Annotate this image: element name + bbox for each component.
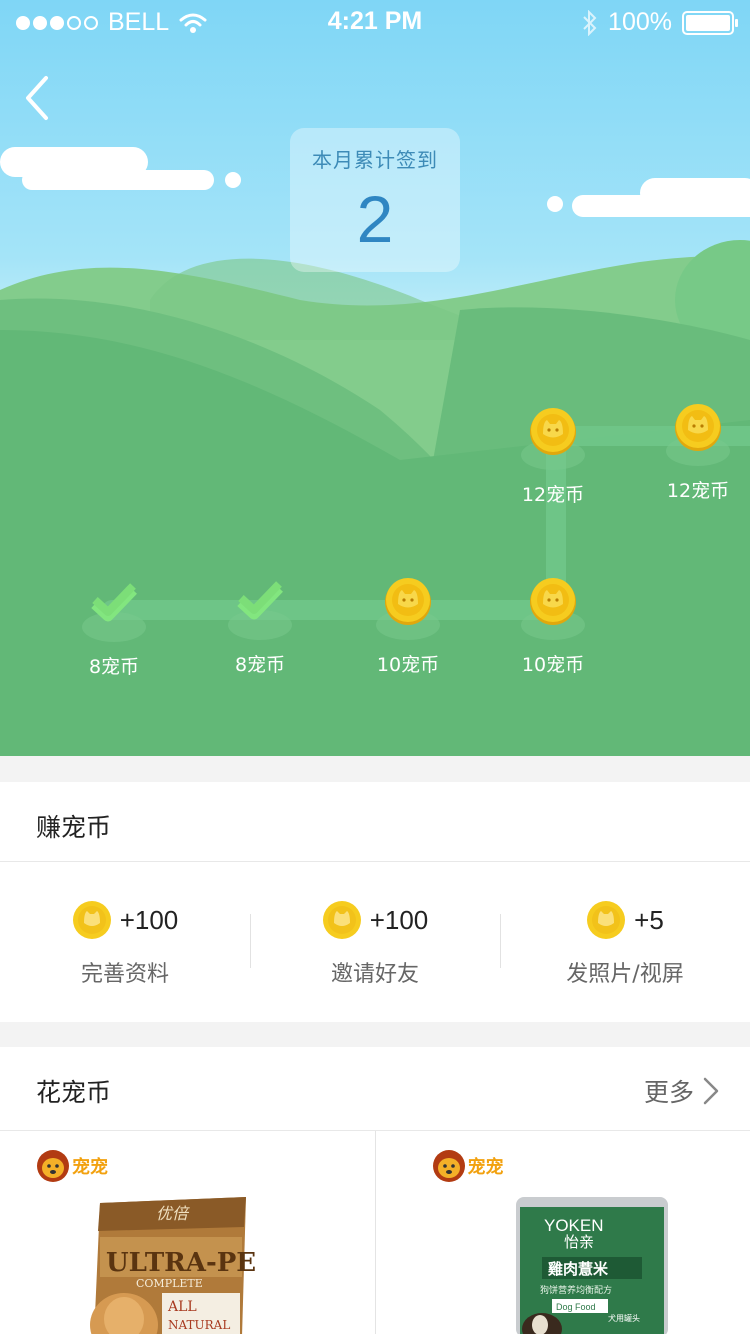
package-text: ULTRA-PET — [106, 1248, 256, 1278]
sign-in-count: 2 — [356, 182, 394, 256]
spend-section-header: 花宠币 更多 — [0, 1047, 750, 1131]
package-text: 狗饼营养均衡配方 — [540, 1284, 612, 1296]
sign-in-label: 本月累计签到 — [312, 148, 438, 172]
more-label: 更多 — [643, 1078, 694, 1107]
earn-coins-section: 赚宠币 +100 完善资料 +100 邀请好友 +5 发照片/视屏 — [0, 782, 750, 1022]
battery-percent: 100% — [608, 8, 672, 36]
day-reward: 10宠币 — [521, 654, 585, 676]
earn-task-label: 邀请好友 — [330, 962, 419, 987]
back-button[interactable] — [18, 72, 62, 124]
earn-task-invite-friends[interactable]: +100 邀请好友 — [250, 862, 500, 1022]
day-reward: 8宠币 — [234, 654, 286, 676]
checkmark-icon — [91, 583, 137, 622]
pet-coin-icon — [675, 404, 721, 451]
earn-task-post-media[interactable]: +5 发照片/视屏 — [500, 862, 750, 1022]
dog-logo-icon — [37, 1150, 69, 1182]
battery-icon — [682, 10, 738, 35]
earn-amount: +100 — [119, 904, 179, 935]
more-link[interactable]: 更多 — [644, 1073, 720, 1109]
package-text: COMPLETE — [136, 1277, 203, 1290]
product-brand: 宠宠 — [36, 1149, 108, 1183]
day-reward: 12宠币 — [521, 484, 585, 506]
dog-logo-icon — [432, 1150, 465, 1182]
product-brand: 宠宠 — [432, 1149, 504, 1183]
earn-section-header: 赚宠币 — [0, 782, 750, 862]
pet-coin-icon — [530, 578, 576, 625]
pet-coin-icon — [322, 901, 361, 939]
earn-amount: +5 — [634, 904, 664, 935]
product-image-dog-food-can: YOKEN 怡亲 雞肉薏米 狗饼营养均衡配方 Dog Food 犬用罐头 — [515, 1197, 668, 1334]
day-reward: 8宠币 — [88, 656, 140, 678]
package-text: Dog Food — [556, 1302, 596, 1312]
earn-task-complete-profile[interactable]: +100 完善资料 — [0, 862, 250, 1022]
sign-in-hero: BELL 4:21 PM 100% 本月累计签到 2 8宠币 8宠币 10宠币 … — [0, 0, 750, 756]
bluetooth-icon — [583, 9, 597, 36]
earn-amount: +100 — [369, 904, 429, 935]
status-bar: BELL 4:21 PM 100% — [0, 0, 750, 44]
package-text: ALL — [167, 1299, 197, 1315]
spend-coins-section: 花宠币 更多 宠宠 优倍 ULTRA-PE COMPLETE ALL NATUR… — [0, 1047, 750, 1334]
package-text: 雞肉薏米 — [547, 1260, 609, 1278]
brand-name: 宠宠 — [467, 1157, 504, 1178]
brand-name: 宠宠 — [72, 1157, 108, 1178]
product-card[interactable]: 宠宠 优倍 ULTRA-PET COMPLETE ALL NATURAL — [0, 1131, 375, 1334]
checkmark-icon — [237, 581, 283, 620]
pet-coin-icon — [587, 901, 626, 939]
package-text: 优倍 — [156, 1204, 190, 1223]
product-card[interactable]: 宠宠 YOKEN 怡亲 雞肉薏米 狗饼营养均衡配方 Dog Food 犬用罐头 — [374, 1131, 750, 1334]
pet-coin-icon — [72, 901, 111, 939]
chevron-left-icon — [26, 76, 48, 120]
package-text: 犬用罐头 — [608, 1313, 640, 1323]
package-text: NATURAL — [168, 1318, 230, 1332]
chevron-right-icon — [703, 1077, 719, 1105]
pet-coin-icon — [530, 408, 576, 455]
status-right: 100% — [582, 8, 738, 37]
day-reward: 10宠币 — [376, 654, 440, 676]
spend-section-title: 花宠币 — [36, 1078, 112, 1107]
package-text: 怡亲 — [564, 1233, 594, 1251]
earn-task-label: 发照片/视屏 — [566, 962, 684, 987]
product-image-dog-food-bag: 优倍 ULTRA-PET COMPLETE ALL NATURAL — [90, 1197, 256, 1334]
earn-task-label: 完善资料 — [80, 962, 169, 987]
monthly-sign-in-card: 本月累计签到 2 — [290, 128, 460, 272]
pet-coin-icon — [385, 578, 431, 625]
earn-task-list: +100 完善资料 +100 邀请好友 +5 发照片/视屏 — [0, 862, 750, 1022]
hills-background — [0, 147, 750, 756]
product-grid: 宠宠 优倍 ULTRA-PET COMPLETE ALL NATURAL — [0, 1131, 750, 1334]
earn-section-title: 赚宠币 — [36, 813, 112, 842]
day-reward: 12宠币 — [666, 480, 730, 502]
